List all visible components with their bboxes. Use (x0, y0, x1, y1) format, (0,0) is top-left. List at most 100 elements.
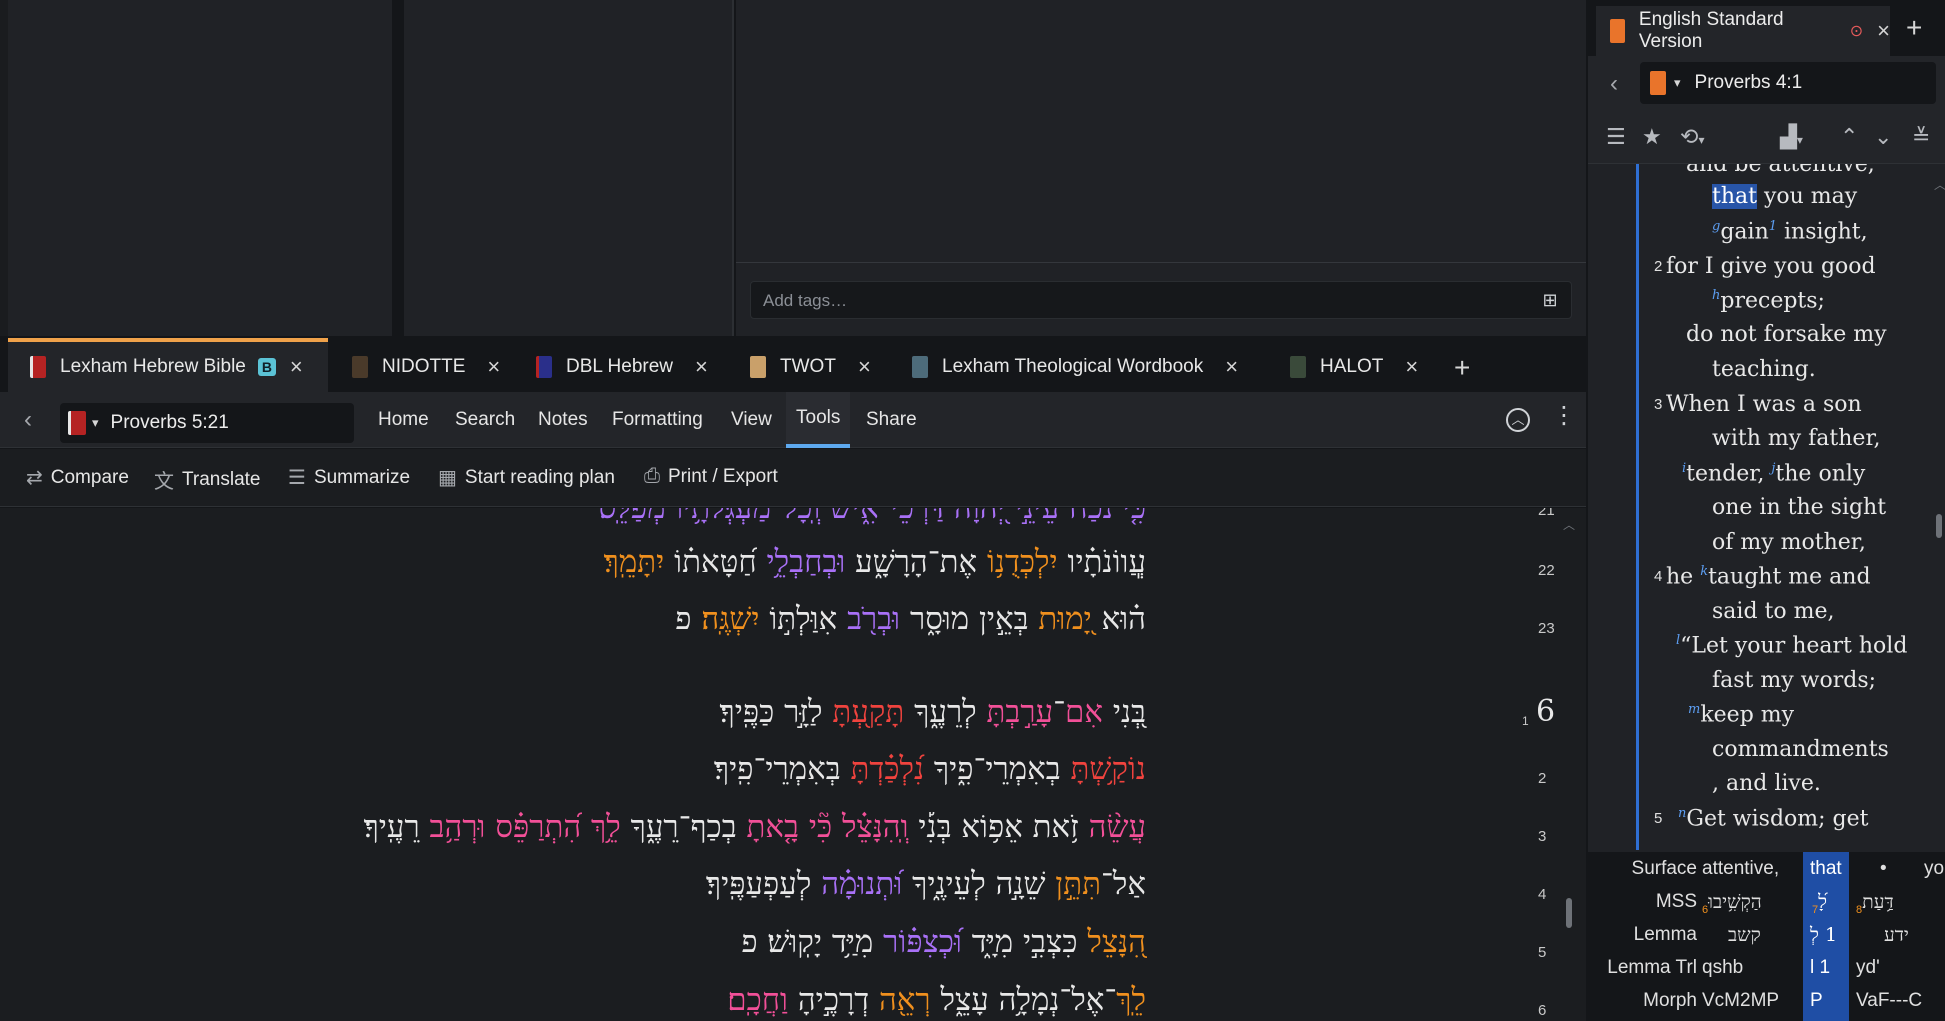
tab-lexham-hebrew-bible[interactable]: Lexham Hebrew Bible B × (8, 338, 328, 392)
menu-share[interactable]: Share (866, 392, 917, 448)
hebrew-word[interactable]: יִתָּמֵֽךְ׃ (604, 544, 665, 580)
hebrew-line[interactable]: עֲֽווֹנֹתָ֗יו יִלְכְּדֻנ֥וֹ אֶת־הָרָשָׁ֑… (604, 544, 1146, 580)
hebrew-word[interactable]: יָ֭מוּת (1038, 601, 1091, 637)
hebrew-word[interactable]: וּבְחַבְלֵ֥י (767, 544, 846, 580)
close-icon[interactable]: × (695, 356, 708, 378)
hebrew-line[interactable]: הִ֭נָּצֵל כִּצְבִ֣י מִיָּ֑ד וּ֝כְצִפּ֗וֹ… (741, 924, 1146, 960)
hebrew-line[interactable]: כִּ֤י נֹ֨כַח עֵינֵ֣י יְ֭הוָה דַּרְכֵי־אִ… (599, 508, 1146, 526)
hebrew-word[interactable]: לַזָּ֣ר כַּפֶּֽיךָ׃ (720, 694, 833, 730)
list-icon[interactable]: ☰ (1606, 124, 1626, 150)
close-icon[interactable]: × (1877, 18, 1890, 44)
add-tab-icon[interactable]: + (1454, 352, 1470, 384)
chevron-down-icon[interactable]: ⌄ (1874, 124, 1892, 150)
interlinear-cell[interactable]: attentive, (1702, 858, 1779, 880)
hebrew-word[interactable]: וּבְרֹ֖ב (847, 601, 900, 637)
back-arrow-icon[interactable]: ‹ (24, 406, 32, 434)
hebrew-word[interactable]: בְּאֵ֣ין מוּסָ֑ר (900, 601, 1038, 637)
hebrew-word[interactable] (832, 809, 842, 845)
translate-button[interactable]: 文 Translate (154, 465, 261, 494)
tab-nidotte[interactable]: NIDOTTE × (330, 342, 500, 392)
hebrew-word[interactable]: בְכַף־רֵעֶ֑ךָ (621, 809, 747, 845)
hebrew-line[interactable]: אַל־תִּתֵּ֣ן שֵׁנָ֣ה לְעֵינֶ֑יךָ וּ֝תְנו… (706, 866, 1146, 902)
footnote-marker[interactable]: 1 (1769, 219, 1777, 234)
hebrew-word[interactable]: זֹ֥את אֵפ֥וֹא בְּנִ֡י (909, 809, 1089, 845)
add-tag-icon[interactable]: ⊞ (1535, 288, 1565, 312)
hebrew-word[interactable]: עֲֽווֹנֹתָ֗יו (1058, 544, 1146, 580)
tab-halot[interactable]: HALOT × (1268, 342, 1418, 392)
hebrew-word[interactable]: ־אֶל־נְמָלָ֥ה עָצֵ֑ל (931, 982, 1116, 1018)
interlinear-cell[interactable]: • (1880, 858, 1887, 880)
hebrew-word[interactable]: בְּ֭נִי (1103, 694, 1146, 730)
print-export-button[interactable]: ⎙ Print / Export (644, 465, 778, 488)
hebrew-word[interactable]: הִ֝תְרַפֵּ֗ס (495, 809, 581, 845)
esv-scrollbar[interactable]: ︿ (1934, 176, 1945, 836)
hebrew-word[interactable]: הִ֭נָּצֵל (1087, 924, 1146, 960)
menu-formatting[interactable]: Formatting (612, 392, 703, 448)
hebrew-word[interactable]: רֵעֶֽיךָ׃ (364, 809, 430, 845)
footnote-marker[interactable]: m (1688, 702, 1700, 717)
hebrew-word[interactable] (799, 809, 809, 845)
hebrew-word[interactable]: לְעַפְעַפֶּֽיךָ׃ (706, 866, 821, 902)
interlinear-cell[interactable]: 1 לְ (1810, 924, 1837, 947)
hebrew-word[interactable]: ה֗וּא (1092, 601, 1146, 637)
reference-box[interactable]: ▾ Proverbs 5:21 (60, 403, 354, 443)
hebrew-word[interactable]: נוֹקַ֥שְׁתָּ (1071, 751, 1146, 787)
highlighted-word[interactable]: that (1712, 184, 1757, 209)
hebrew-word[interactable]: ־ (1053, 694, 1065, 730)
main-scrollbar[interactable]: ︿ (1563, 518, 1575, 1021)
close-icon[interactable]: × (290, 356, 303, 378)
hebrew-line[interactable]: נוֹקַ֥שְׁתָּ בְאִמְרֵי־פִ֑יךָ נִ֝לְכַּ֗ד… (714, 751, 1146, 787)
collapse-icon[interactable]: ︿ (1506, 408, 1530, 432)
hebrew-word[interactable]: כִּ֘י (809, 809, 832, 845)
add-tab-icon[interactable]: + (1906, 12, 1922, 44)
reference-box[interactable]: ▾ Proverbs 4:1 (1640, 62, 1936, 104)
tab-dbl-hebrew[interactable]: DBL Hebrew × (514, 342, 708, 392)
hebrew-word[interactable]: בְּאִמְרֵי־פִֽיךָ׃ (714, 751, 851, 787)
hebrew-word[interactable]: פ (675, 601, 701, 637)
hebrew-word[interactable]: לֵֽךְ (1116, 982, 1146, 1018)
hebrew-word[interactable]: עֲשֵׂ֨ה (1089, 809, 1146, 845)
close-icon[interactable]: × (1405, 356, 1418, 378)
hebrew-word[interactable]: מִיַּ֥ד יָקֽוּשׁ׃ פ (741, 924, 883, 960)
more-options-icon[interactable]: ⋮ (1552, 404, 1576, 428)
chevron-down-icon[interactable]: ▾ (1674, 75, 1681, 91)
hebrew-word[interactable]: וְֽהִנָּצֵ֗ל (842, 809, 909, 845)
hebrew-line[interactable]: לֵֽךְ־אֶל־נְמָלָ֥ה עָצֵ֑ל רְאֵ֖ה דְרָכֶ֣… (727, 982, 1146, 1018)
hebrew-word[interactable]: אִוַּלְתּ֣וֹ (759, 601, 847, 637)
interlinear-cell[interactable]: 7לָ֝ (1812, 891, 1827, 916)
interlinear-cell[interactable]: yd' (1856, 957, 1880, 979)
tab-lexham-theological-wordbook[interactable]: Lexham Theological Wordbook × (890, 342, 1238, 392)
interlinear-cell[interactable]: ידע (1884, 924, 1909, 947)
chevron-down-icon[interactable]: ▾ (92, 415, 99, 431)
start-reading-plan-button[interactable]: ▦ Start reading plan (438, 465, 615, 490)
scrollbar-thumb[interactable] (1936, 514, 1942, 538)
tab-english-standard-version[interactable]: English Standard Version ⊙ × (1596, 6, 1890, 56)
hebrew-word[interactable]: לֵ֥ךְ (591, 809, 621, 845)
scroll-up-icon[interactable]: ︿ (1934, 176, 1945, 193)
footnote-marker[interactable]: k (1700, 564, 1708, 579)
menu-search[interactable]: Search (455, 392, 515, 448)
hebrew-word[interactable]: אֶת־הָרָשָׁ֑ע (845, 544, 987, 580)
hebrew-line[interactable]: בְּ֭נִי אִם־עָרַ֣בְתָּ לְרֵעֶ֑ךָ תָּקַ֖ע… (720, 694, 1146, 730)
interlinear-cell[interactable]: that (1810, 858, 1842, 880)
expand-icon[interactable]: ≚ (1912, 124, 1930, 150)
hebrew-word[interactable]: אַל־ (1101, 866, 1146, 902)
hebrew-word[interactable] (485, 809, 495, 845)
hebrew-line[interactable]: ה֗וּא יָ֭מוּת בְּאֵ֣ין מוּסָ֑ר וּבְרֹ֖ב … (675, 601, 1146, 637)
menu-tools[interactable]: Tools (786, 392, 851, 448)
tab-twot[interactable]: TWOT × (728, 342, 871, 392)
hebrew-word[interactable]: בָ֤אתָ (747, 809, 799, 845)
close-icon[interactable]: × (858, 356, 871, 378)
interlinear-cell[interactable]: P (1810, 990, 1823, 1012)
hebrew-word[interactable]: לְרֵעֶ֑ךָ (904, 694, 986, 730)
interlinear-cell[interactable]: VaF---C (1856, 990, 1922, 1012)
hebrew-word[interactable] (581, 809, 591, 845)
back-arrow-icon[interactable]: ‹ (1610, 70, 1618, 98)
hebrew-word[interactable]: תָּקַ֖עְתָּ (832, 694, 904, 730)
hebrew-word[interactable]: וּ֝תְנוּמָ֗ה (821, 866, 902, 902)
interlinear-cell[interactable]: qshb (1702, 957, 1743, 979)
hebrew-word[interactable]: כִּצְבִ֣י מִיָּ֑ד (962, 924, 1087, 960)
hebrew-word[interactable]: יִשְׁגֶּֽה׃ (701, 601, 759, 637)
star-icon[interactable]: ★ (1642, 124, 1662, 150)
interlinear-cell[interactable]: l 1 (1810, 957, 1830, 979)
